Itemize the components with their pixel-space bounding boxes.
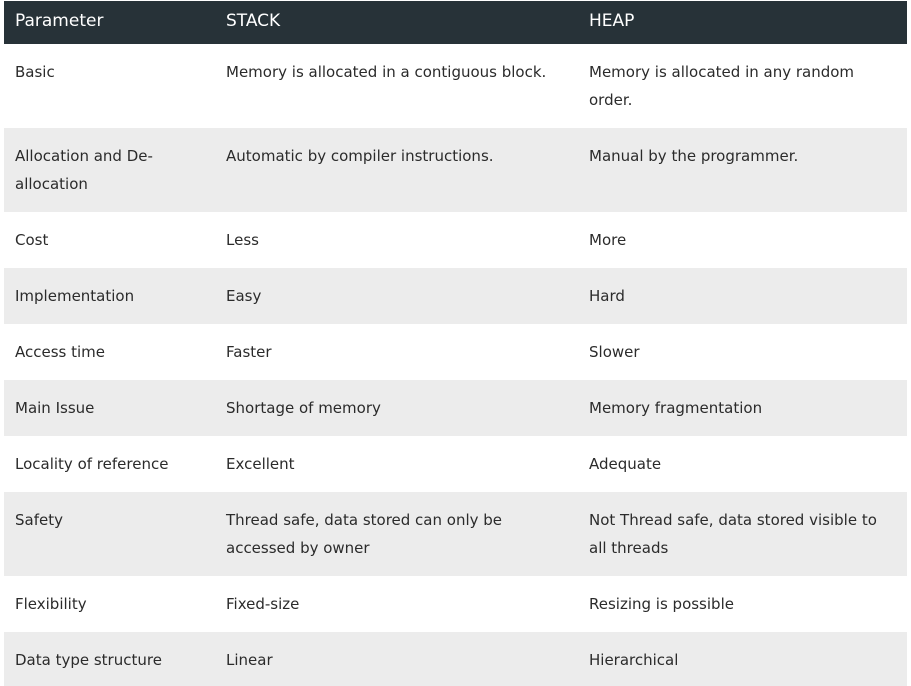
- header-stack: STACK: [226, 10, 281, 31]
- table-row: Flexibility Fixed-size Resizing is possi…: [4, 576, 907, 632]
- table-header: Parameter STACK HEAP: [4, 1, 907, 44]
- table-row: Locality of reference Excellent Adequate: [4, 436, 907, 492]
- table-row: Safety Thread safe, data stored can only…: [4, 492, 907, 576]
- cell-heap: Slower: [589, 343, 640, 361]
- header-heap: HEAP: [589, 10, 635, 31]
- cell-heap: Hard: [589, 287, 625, 305]
- table-row: Data type structure Linear Hierarchical: [4, 632, 907, 686]
- table-row: Allocation and De-allocation Automatic b…: [4, 128, 907, 212]
- cell-stack: Memory is allocated in a contiguous bloc…: [226, 63, 547, 81]
- stack-vs-heap-table: Parameter STACK HEAP Basic Memory is all…: [4, 1, 907, 686]
- cell-heap: More: [589, 231, 627, 249]
- header-parameter: Parameter: [15, 10, 104, 31]
- cell-stack: Thread safe, data stored can only be acc…: [226, 511, 503, 557]
- page: Parameter STACK HEAP Basic Memory is all…: [0, 0, 911, 686]
- table-row: Basic Memory is allocated in a contiguou…: [4, 44, 907, 128]
- cell-parameter: Locality of reference: [15, 455, 169, 473]
- cell-stack: Fixed-size: [226, 595, 300, 613]
- cell-stack: Faster: [226, 343, 272, 361]
- table-row: Cost Less More: [4, 212, 907, 268]
- cell-heap: Memory fragmentation: [589, 399, 763, 417]
- cell-parameter: Safety: [15, 511, 63, 529]
- table-body: Basic Memory is allocated in a contiguou…: [4, 44, 907, 686]
- cell-parameter: Access time: [15, 343, 106, 361]
- cell-stack: Easy: [226, 287, 262, 305]
- cell-stack: Excellent: [226, 455, 295, 473]
- header-row: Parameter STACK HEAP: [4, 1, 907, 44]
- cell-heap: Hierarchical: [589, 651, 679, 669]
- cell-heap: Resizing is possible: [589, 595, 734, 613]
- cell-heap: Manual by the programmer.: [589, 147, 799, 165]
- cell-heap: Adequate: [589, 455, 662, 473]
- cell-parameter: Main Issue: [15, 399, 95, 417]
- cell-parameter: Basic: [15, 63, 55, 81]
- cell-parameter: Data type structure: [15, 651, 162, 669]
- table-row: Access time Faster Slower: [4, 324, 907, 380]
- cell-stack: Shortage of memory: [226, 399, 381, 417]
- cell-heap: Not Thread safe, data stored visible to …: [589, 511, 877, 557]
- table-row: Main Issue Shortage of memory Memory fra…: [4, 380, 907, 436]
- cell-parameter: Cost: [15, 231, 49, 249]
- cell-stack: Automatic by compiler instructions.: [226, 147, 494, 165]
- cell-parameter: Implementation: [15, 287, 135, 305]
- table-row: Implementation Easy Hard: [4, 268, 907, 324]
- cell-stack: Linear: [226, 651, 273, 669]
- cell-parameter: Flexibility: [15, 595, 87, 613]
- cell-heap: Memory is allocated in any random order.: [589, 63, 855, 109]
- cell-parameter: Allocation and De-allocation: [15, 147, 153, 193]
- cell-stack: Less: [226, 231, 259, 249]
